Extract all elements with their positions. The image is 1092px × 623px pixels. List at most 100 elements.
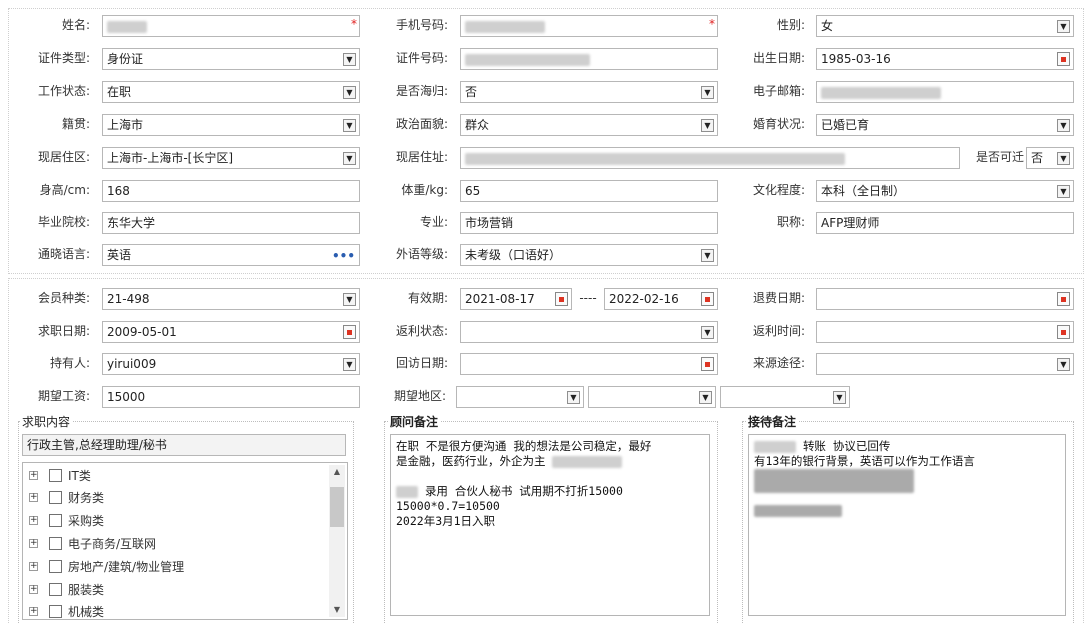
scroll-up-icon[interactable]: ▲ [329,465,345,479]
redacted-text [552,455,623,468]
expand-icon[interactable]: + [29,515,38,525]
revisit-date-input[interactable] [460,353,718,375]
political-select[interactable]: 群众 ▼ [460,114,718,136]
chevron-down-icon[interactable]: ▼ [701,86,714,99]
tree-item-realestate[interactable]: + 房地产/建筑/物业管理 [29,556,184,576]
redacted-text [396,485,418,498]
chevron-down-icon[interactable]: ▼ [1057,20,1070,33]
job-title-input[interactable]: AFP理财师 [816,212,1074,234]
chevron-down-icon[interactable]: ▼ [343,119,356,132]
chevron-down-icon[interactable]: ▼ [1057,185,1070,198]
chevron-down-icon[interactable]: ▼ [567,391,580,404]
work-status-value: 在职 [107,85,132,99]
calendar-icon[interactable] [1057,292,1070,306]
expand-icon[interactable]: + [29,584,38,594]
tree-item-ecommerce[interactable]: + 电子商务/互联网 [29,533,156,553]
calendar-icon[interactable] [701,357,714,371]
id-type-select[interactable]: 身份证 ▼ [102,48,360,70]
major-input[interactable]: 市场营销 [460,212,718,234]
language-level-select[interactable]: 未考级（口语好） ▼ [460,244,718,266]
calendar-icon[interactable] [343,325,356,339]
notes-line: 有13年的银行背景，英语可以作为工作语言 [754,454,975,468]
native-place-select[interactable]: 上海市 ▼ [102,114,360,136]
weight-input[interactable]: 65 [460,180,718,202]
selected-jobs-field[interactable]: 行政主管,总经理助理/秘书 [22,434,346,456]
name-input[interactable]: * [102,15,360,37]
validity-start-input[interactable]: 2021-08-17 [460,288,572,310]
chevron-down-icon[interactable]: ▼ [699,391,712,404]
tree-item-it[interactable]: + IT类 [29,465,91,485]
expand-icon[interactable]: + [29,492,38,502]
height-input[interactable]: 168 [102,180,360,202]
checkbox[interactable] [49,582,62,596]
gender-select[interactable]: 女 ▼ [816,15,1074,37]
job-date-input[interactable]: 2009-05-01 [102,321,360,343]
scroll-thumb[interactable] [330,487,344,527]
expand-icon[interactable]: + [29,561,38,571]
rebate-time-input[interactable] [816,321,1074,343]
chevron-down-icon[interactable]: ▼ [343,53,356,66]
relocate-select[interactable]: 否 ▼ [1026,147,1074,169]
calendar-icon[interactable] [1057,325,1070,339]
chevron-down-icon[interactable]: ▼ [343,152,356,165]
tree-item-finance[interactable]: + 财务类 [29,487,104,507]
chevron-down-icon[interactable]: ▼ [343,293,356,306]
expand-icon[interactable]: + [29,606,38,616]
member-type-select[interactable]: 21-498 ▼ [102,288,360,310]
work-status-select[interactable]: 在职 ▼ [102,81,360,103]
chevron-down-icon[interactable]: ▼ [1057,152,1070,165]
checkbox[interactable] [49,559,62,573]
job-category-tree[interactable]: + IT类 + 财务类 + 采购类 + 电子商务/互联网 + 房地产/建筑/物业管理 + 服… [22,462,348,620]
chevron-down-icon[interactable]: ▼ [343,86,356,99]
expected-area-province-select[interactable]: ▼ [456,386,584,408]
validity-end-input[interactable]: 2022-02-16 [604,288,718,310]
mobile-input[interactable]: * [460,15,718,37]
consultant-notes-textarea[interactable]: 在职 不是很方便沟通 我的想法是公司稳定，最好 是金融，医药行业，外企为主 录用 … [390,434,710,616]
chevron-down-icon[interactable]: ▼ [833,391,846,404]
language-value: 英语 [107,248,132,262]
source-select[interactable]: ▼ [816,353,1074,375]
expand-icon[interactable]: + [29,470,38,480]
expected-area-district-select[interactable]: ▼ [720,386,850,408]
returnee-label: 是否海归: [395,84,448,98]
expand-icon[interactable]: + [29,538,38,548]
checkbox[interactable] [49,536,62,550]
school-input[interactable]: 东华大学 [102,212,360,234]
chevron-down-icon[interactable]: ▼ [1057,358,1070,371]
tree-item-machinery[interactable]: + 机械类 [29,601,104,621]
expected-area-city-select[interactable]: ▼ [588,386,716,408]
chevron-down-icon[interactable]: ▼ [701,326,714,339]
language-input[interactable]: 英语 ••• [102,244,360,266]
holder-select[interactable]: yirui009 ▼ [102,353,360,375]
chevron-down-icon[interactable]: ▼ [343,358,356,371]
scroll-down-icon[interactable]: ▼ [329,603,345,617]
id-number-input[interactable] [460,48,718,70]
tree-scrollbar[interactable]: ▲ ▼ [329,465,345,617]
expected-salary-input[interactable]: 15000 [102,386,360,408]
email-input[interactable] [816,81,1074,103]
chevron-down-icon[interactable]: ▼ [1057,119,1070,132]
redacted-text [107,20,147,33]
checkbox[interactable] [49,468,62,482]
tree-item-purchasing[interactable]: + 采购类 [29,510,104,530]
rebate-status-select[interactable]: ▼ [460,321,718,343]
email-label: 电子邮箱: [752,84,805,98]
birth-date-input[interactable]: 1985-03-16 [816,48,1074,70]
current-city-select[interactable]: 上海市-上海市-[长宁区] ▼ [102,147,360,169]
calendar-icon[interactable] [1057,52,1070,66]
tree-item-apparel[interactable]: + 服装类 [29,579,104,599]
checkbox[interactable] [49,513,62,527]
calendar-icon[interactable] [701,292,714,306]
chevron-down-icon[interactable]: ▼ [701,119,714,132]
education-select[interactable]: 本科（全日制） ▼ [816,180,1074,202]
chevron-down-icon[interactable]: ▼ [701,249,714,262]
reception-notes-textarea[interactable]: 转账 协议已回传 有13年的银行背景，英语可以作为工作语言 [748,434,1066,616]
more-dots-icon[interactable]: ••• [332,246,355,265]
checkbox[interactable] [49,604,62,618]
marital-select[interactable]: 已婚已育 ▼ [816,114,1074,136]
current-address-input[interactable] [460,147,960,169]
checkbox[interactable] [49,490,62,504]
refund-date-input[interactable] [816,288,1074,310]
calendar-icon[interactable] [555,292,568,306]
returnee-select[interactable]: 否 ▼ [460,81,718,103]
